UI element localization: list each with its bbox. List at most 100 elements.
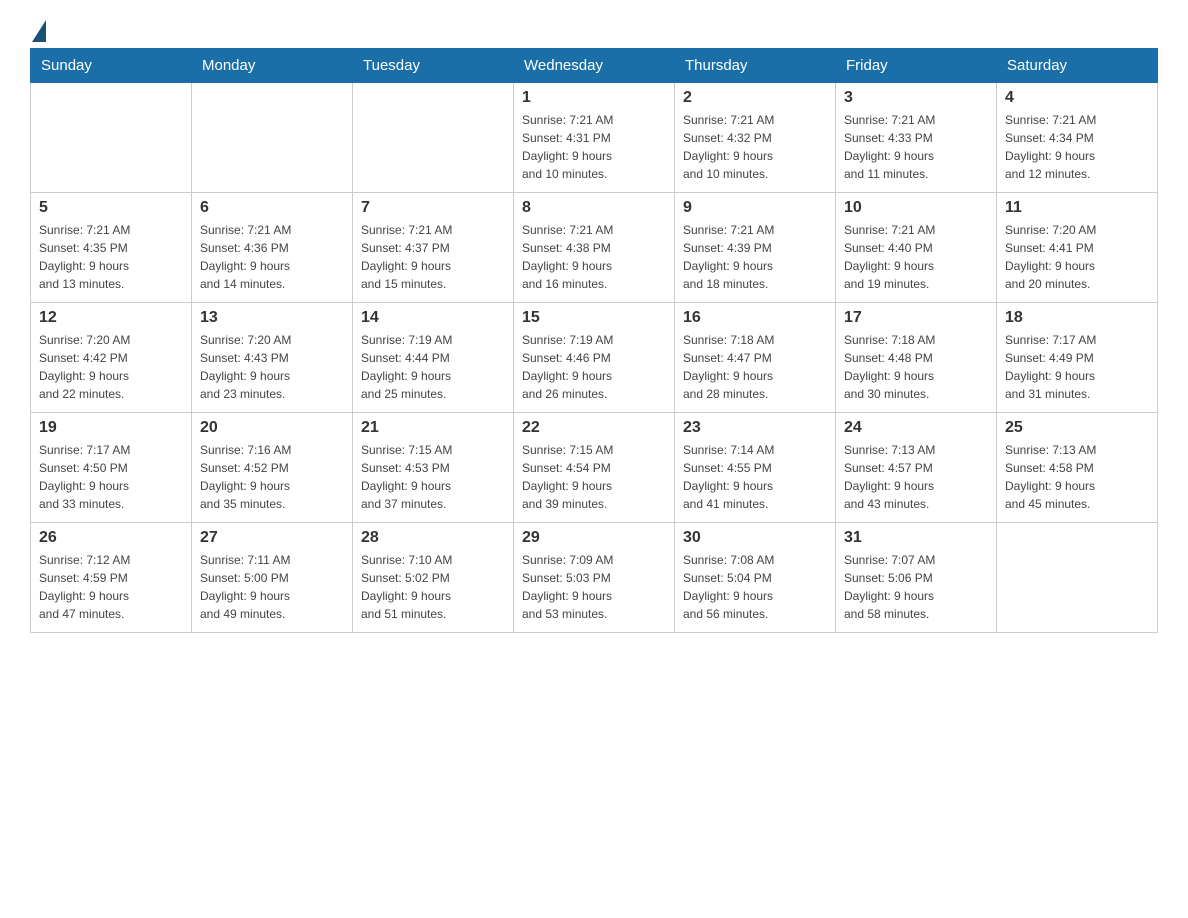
calendar-cell: 19 Sunrise: 7:17 AMSunset: 4:50 PMDayligh… — [31, 413, 192, 523]
day-number: 19 — [39, 419, 183, 437]
calendar-cell: 6 Sunrise: 7:21 AMSunset: 4:36 PMDaylight… — [192, 193, 353, 303]
calendar-cell: 14 Sunrise: 7:19 AMSunset: 4:44 PMDayligh… — [353, 303, 514, 413]
calendar-cell: 1Sunrise: 7:21 AMSunset: 4:31 PMDaylight… — [514, 83, 675, 193]
calendar-week-row: 5 Sunrise: 7:21 AMSunset: 4:35 PMDaylight… — [31, 193, 1158, 303]
day-info: Sunrise: 7:11 AMSunset: 5:00 PMDaylight:… — [200, 551, 344, 623]
day-info: Sunrise: 7:20 AMSunset: 4:43 PMDaylight:… — [200, 331, 344, 403]
calendar-cell — [192, 83, 353, 193]
day-number: 10 — [844, 199, 988, 217]
day-info: Sunrise: 7:19 AMSunset: 4:44 PMDaylight:… — [361, 331, 505, 403]
calendar-week-row: 1Sunrise: 7:21 AMSunset: 4:31 PMDaylight… — [31, 83, 1158, 193]
calendar-cell — [353, 83, 514, 193]
day-number: 2 — [683, 89, 827, 107]
calendar-cell: 8Sunrise: 7:21 AMSunset: 4:38 PMDaylight… — [514, 193, 675, 303]
calendar-cell: 29 Sunrise: 7:09 AMSunset: 5:03 PMDayligh… — [514, 523, 675, 633]
day-info: Sunrise: 7:21 AMSunset: 4:37 PMDaylight:… — [361, 221, 505, 293]
day-info: Sunrise: 7:18 AMSunset: 4:48 PMDaylight:… — [844, 331, 988, 403]
day-info: Sunrise: 7:18 AMSunset: 4:47 PMDaylight:… — [683, 331, 827, 403]
day-info: Sunrise: 7:17 AMSunset: 4:50 PMDaylight:… — [39, 441, 183, 513]
day-number: 28 — [361, 529, 505, 547]
day-number: 17 — [844, 309, 988, 327]
day-info: Sunrise: 7:17 AMSunset: 4:49 PMDaylight:… — [1005, 331, 1149, 403]
day-info: Sunrise: 7:20 AMSunset: 4:41 PMDaylight:… — [1005, 221, 1149, 293]
calendar-cell: 3 Sunrise: 7:21 AMSunset: 4:33 PMDaylight… — [836, 83, 997, 193]
logo-triangle-icon — [32, 20, 46, 42]
calendar-cell: 30 Sunrise: 7:08 AMSunset: 5:04 PMDayligh… — [675, 523, 836, 633]
day-info: Sunrise: 7:21 AMSunset: 4:40 PMDaylight:… — [844, 221, 988, 293]
calendar-cell: 31 Sunrise: 7:07 AMSunset: 5:06 PMDayligh… — [836, 523, 997, 633]
calendar-cell: 25 Sunrise: 7:13 AMSunset: 4:58 PMDayligh… — [997, 413, 1158, 523]
calendar-week-row: 19 Sunrise: 7:17 AMSunset: 4:50 PMDayligh… — [31, 413, 1158, 523]
day-number: 12 — [39, 309, 183, 327]
calendar-cell: 21 Sunrise: 7:15 AMSunset: 4:53 PMDayligh… — [353, 413, 514, 523]
calendar-cell: 10 Sunrise: 7:21 AMSunset: 4:40 PMDayligh… — [836, 193, 997, 303]
weekday-header-row: SundayMondayTuesdayWednesdayThursdayFrid… — [31, 49, 1158, 83]
calendar-cell: 15 Sunrise: 7:19 AMSunset: 4:46 PMDayligh… — [514, 303, 675, 413]
day-number: 23 — [683, 419, 827, 437]
day-info: Sunrise: 7:19 AMSunset: 4:46 PMDaylight:… — [522, 331, 666, 403]
calendar-cell: 13 Sunrise: 7:20 AMSunset: 4:43 PMDayligh… — [192, 303, 353, 413]
day-info: Sunrise: 7:20 AMSunset: 4:42 PMDaylight:… — [39, 331, 183, 403]
day-info: Sunrise: 7:21 AMSunset: 4:33 PMDaylight:… — [844, 111, 988, 183]
day-number: 5 — [39, 199, 183, 217]
day-number: 29 — [522, 529, 666, 547]
day-info: Sunrise: 7:21 AMSunset: 4:36 PMDaylight:… — [200, 221, 344, 293]
day-number: 22 — [522, 419, 666, 437]
day-info: Sunrise: 7:13 AMSunset: 4:57 PMDaylight:… — [844, 441, 988, 513]
calendar-cell: 9 Sunrise: 7:21 AMSunset: 4:39 PMDaylight… — [675, 193, 836, 303]
day-info: Sunrise: 7:13 AMSunset: 4:58 PMDaylight:… — [1005, 441, 1149, 513]
day-number: 8 — [522, 199, 666, 217]
weekday-header-saturday: Saturday — [997, 49, 1158, 83]
day-info: Sunrise: 7:21 AMSunset: 4:31 PMDaylight:… — [522, 111, 666, 183]
weekday-header-monday: Monday — [192, 49, 353, 83]
day-info: Sunrise: 7:16 AMSunset: 4:52 PMDaylight:… — [200, 441, 344, 513]
day-info: Sunrise: 7:12 AMSunset: 4:59 PMDaylight:… — [39, 551, 183, 623]
calendar-cell: 23 Sunrise: 7:14 AMSunset: 4:55 PMDayligh… — [675, 413, 836, 523]
day-number: 13 — [200, 309, 344, 327]
calendar-cell: 11 Sunrise: 7:20 AMSunset: 4:41 PMDayligh… — [997, 193, 1158, 303]
calendar-cell: 4Sunrise: 7:21 AMSunset: 4:34 PMDaylight… — [997, 83, 1158, 193]
day-number: 18 — [1005, 309, 1149, 327]
day-number: 31 — [844, 529, 988, 547]
day-info: Sunrise: 7:07 AMSunset: 5:06 PMDaylight:… — [844, 551, 988, 623]
day-number: 25 — [1005, 419, 1149, 437]
calendar-cell: 27 Sunrise: 7:11 AMSunset: 5:00 PMDayligh… — [192, 523, 353, 633]
day-number: 6 — [200, 199, 344, 217]
day-number: 9 — [683, 199, 827, 217]
calendar-cell: 5 Sunrise: 7:21 AMSunset: 4:35 PMDaylight… — [31, 193, 192, 303]
weekday-header-tuesday: Tuesday — [353, 49, 514, 83]
day-number: 7 — [361, 199, 505, 217]
day-number: 20 — [200, 419, 344, 437]
day-info: Sunrise: 7:21 AMSunset: 4:35 PMDaylight:… — [39, 221, 183, 293]
day-number: 27 — [200, 529, 344, 547]
day-number: 21 — [361, 419, 505, 437]
day-info: Sunrise: 7:10 AMSunset: 5:02 PMDaylight:… — [361, 551, 505, 623]
day-number: 16 — [683, 309, 827, 327]
calendar-cell: 7 Sunrise: 7:21 AMSunset: 4:37 PMDaylight… — [353, 193, 514, 303]
day-number: 14 — [361, 309, 505, 327]
day-info: Sunrise: 7:08 AMSunset: 5:04 PMDaylight:… — [683, 551, 827, 623]
calendar-cell: 24Sunrise: 7:13 AMSunset: 4:57 PMDayligh… — [836, 413, 997, 523]
weekday-header-thursday: Thursday — [675, 49, 836, 83]
logo — [30, 20, 46, 38]
day-number: 15 — [522, 309, 666, 327]
calendar-cell — [997, 523, 1158, 633]
day-number: 26 — [39, 529, 183, 547]
day-info: Sunrise: 7:15 AMSunset: 4:54 PMDaylight:… — [522, 441, 666, 513]
calendar-cell: 17 Sunrise: 7:18 AMSunset: 4:48 PMDayligh… — [836, 303, 997, 413]
day-info: Sunrise: 7:15 AMSunset: 4:53 PMDaylight:… — [361, 441, 505, 513]
calendar-cell: 12 Sunrise: 7:20 AMSunset: 4:42 PMDayligh… — [31, 303, 192, 413]
day-info: Sunrise: 7:21 AMSunset: 4:32 PMDaylight:… — [683, 111, 827, 183]
day-info: Sunrise: 7:21 AMSunset: 4:39 PMDaylight:… — [683, 221, 827, 293]
weekday-header-wednesday: Wednesday — [514, 49, 675, 83]
day-number: 3 — [844, 89, 988, 107]
weekday-header-sunday: Sunday — [31, 49, 192, 83]
calendar-week-row: 26 Sunrise: 7:12 AMSunset: 4:59 PMDayligh… — [31, 523, 1158, 633]
day-number: 11 — [1005, 199, 1149, 217]
day-info: Sunrise: 7:09 AMSunset: 5:03 PMDaylight:… — [522, 551, 666, 623]
day-info: Sunrise: 7:14 AMSunset: 4:55 PMDaylight:… — [683, 441, 827, 513]
day-number: 30 — [683, 529, 827, 547]
calendar-cell: 28 Sunrise: 7:10 AMSunset: 5:02 PMDayligh… — [353, 523, 514, 633]
calendar-cell: 16 Sunrise: 7:18 AMSunset: 4:47 PMDayligh… — [675, 303, 836, 413]
calendar-cell — [31, 83, 192, 193]
